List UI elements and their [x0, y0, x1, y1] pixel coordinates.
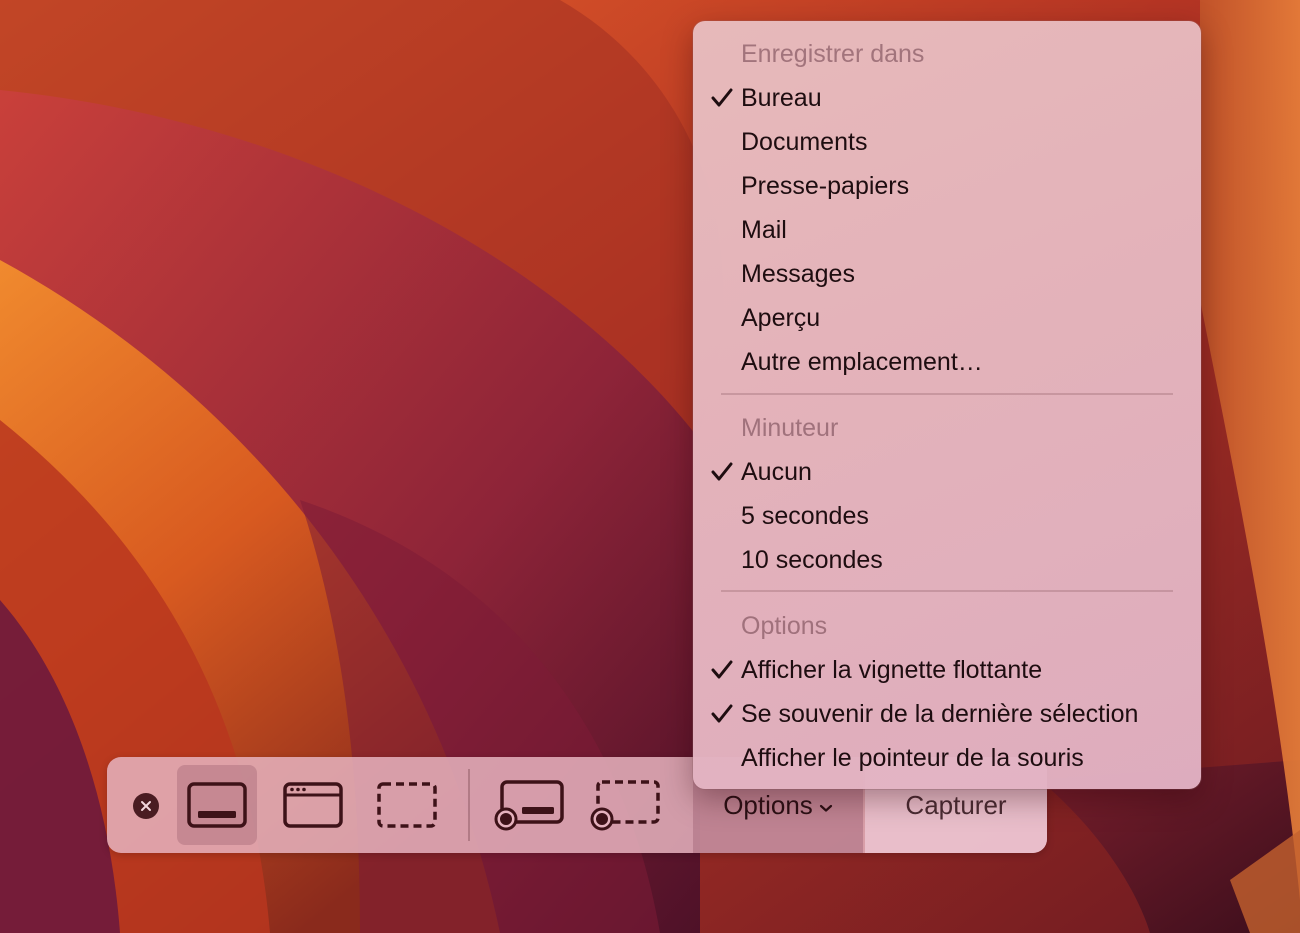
menu-item-label: Documents [741, 127, 868, 156]
menu-item-label: 5 secondes [741, 501, 869, 530]
capture-entire-screen-icon [187, 782, 247, 828]
menu-item-apercu[interactable]: Aperçu [693, 296, 1201, 340]
menu-item-label: 10 secondes [741, 545, 883, 574]
menu-item-label: Se souvenir de la dernière sélection [741, 699, 1139, 728]
menu-item-label: Messages [741, 259, 855, 288]
menu-item-label: Aperçu [741, 303, 821, 332]
menu-item-label: Afficher le pointeur de la souris [741, 743, 1084, 772]
menu-header-options: Options [693, 604, 1201, 648]
capture-selected-portion-icon [377, 782, 437, 828]
menu-header-label: Options [741, 611, 828, 640]
menu-item-show-floating-thumbnail[interactable]: Afficher la vignette flottante [693, 648, 1201, 692]
menu-separator [721, 590, 1173, 592]
record-entire-screen-icon [494, 780, 564, 831]
menu-header-label: Enregistrer dans [741, 39, 925, 68]
checkmark-icon [711, 462, 733, 481]
menu-item-label: Mail [741, 215, 787, 244]
menu-separator [721, 393, 1173, 395]
menu-item-label: Autre emplacement… [741, 347, 983, 376]
menu-header-label: Minuteur [741, 413, 839, 442]
record-selected-portion-icon [590, 780, 660, 831]
options-menu: Enregistrer dans Bureau Documents Presse… [693, 21, 1201, 789]
record-selected-portion-button[interactable] [586, 765, 666, 845]
menu-item-show-mouse-pointer[interactable]: Afficher le pointeur de la souris [693, 736, 1201, 780]
menu-item-label: Bureau [741, 83, 822, 112]
menu-item-other-location[interactable]: Autre emplacement… [693, 340, 1201, 384]
capture-entire-screen-button[interactable] [177, 765, 257, 845]
menu-item-label: Aucun [741, 457, 812, 486]
chevron-down-icon [819, 804, 832, 812]
checkmark-icon [711, 660, 733, 679]
checkmark-icon [711, 704, 733, 723]
capture-window-button[interactable] [273, 765, 353, 845]
menu-item-label: Afficher la vignette flottante [741, 655, 1043, 684]
toolbar-divider [468, 769, 470, 841]
desktop: Options Capturer Enregistrer dans Bureau… [0, 0, 1300, 933]
menu-header-timer: Minuteur [693, 406, 1201, 450]
menu-item-presse-papiers[interactable]: Presse-papiers [693, 164, 1201, 208]
menu-header-save-location: Enregistrer dans [693, 32, 1201, 76]
capture-selected-portion-button[interactable] [367, 765, 447, 845]
menu-item-label: Presse-papiers [741, 171, 910, 200]
menu-item-timer-10s[interactable]: 10 secondes [693, 538, 1201, 582]
checkmark-icon [711, 88, 733, 107]
record-entire-screen-button[interactable] [490, 765, 570, 845]
menu-item-remember-last-selection[interactable]: Se souvenir de la dernière sélection [693, 692, 1201, 736]
menu-item-timer-5s[interactable]: 5 secondes [693, 494, 1201, 538]
menu-item-bureau[interactable]: Bureau [693, 76, 1201, 120]
close-button[interactable] [133, 793, 159, 819]
capture-label: Capturer [905, 789, 1007, 820]
options-label: Options [723, 789, 813, 820]
menu-item-documents[interactable]: Documents [693, 120, 1201, 164]
menu-item-timer-none[interactable]: Aucun [693, 450, 1201, 494]
close-icon [141, 801, 151, 811]
capture-window-icon [283, 782, 343, 828]
menu-item-mail[interactable]: Mail [693, 208, 1201, 252]
menu-item-messages[interactable]: Messages [693, 252, 1201, 296]
